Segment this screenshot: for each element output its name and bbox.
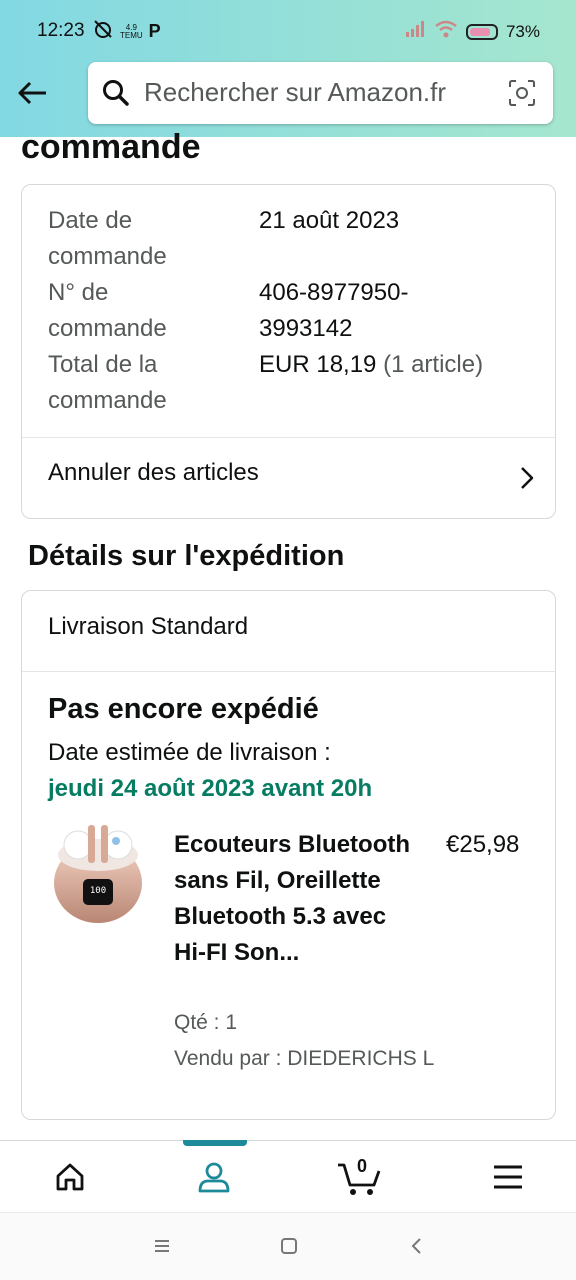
search-placeholder: Rechercher sur Amazon.fr [144,77,447,107]
bottom-nav [0,1140,576,1212]
notification-label-2: TEMU [120,30,143,40]
order-total-amount: EUR 18,19 [259,351,377,378]
product-price: €25,98 [446,831,520,858]
search-icon [102,79,130,107]
back-arrow-icon[interactable] [16,76,50,110]
active-tab-indicator [183,1140,247,1146]
status-bar: 12:23 4.9 TEMU P 73% [0,0,576,62]
order-number-value: 406-8977950- 3993142 [259,279,409,342]
home-system-icon[interactable] [278,1235,300,1257]
cancel-items-button[interactable]: Annuler des articles [22,437,555,519]
status-left-icons: 4.9 TEMU P [92,19,161,44]
product-seller: Vendu par : DIEDERICHS L [174,1047,435,1070]
back-system-icon[interactable] [406,1235,428,1257]
page-title: commande [21,128,201,166]
order-total-label: Total de la commande [48,351,167,414]
shipment-status: Pas encore expédié [48,693,319,725]
home-icon[interactable] [50,1157,90,1197]
order-total-items: (1 article) [383,351,484,378]
p-icon: P [148,21,161,41]
shipment-card: Livraison Standard Pas encore expédié Da… [21,590,556,1120]
product-image[interactable]: 100 [50,823,146,931]
order-total-value: EUR 18,19 (1 article) [259,347,483,383]
app-notification-icon: 4.9 TEMU [120,23,143,40]
signal-icon [405,21,426,42]
status-right-icons: 73% [405,20,540,43]
status-time: 12:23 [37,20,85,41]
search-input[interactable]: Rechercher sur Amazon.fr [88,62,553,124]
app-header: 12:23 4.9 TEMU P 73% Rechercher sur Amaz… [0,0,576,137]
system-nav-bar [0,1212,576,1280]
order-date-label: Date de commande [48,207,167,270]
delivery-type: Livraison Standard [48,613,249,640]
product-quantity: Qté : 1 [174,1011,238,1034]
battery-icon [465,23,498,40]
estimate-label: Date estimée de livraison : [48,739,331,766]
order-date-value: 21 août 2023 [259,207,400,234]
wifi-icon [434,20,458,43]
menu-icon[interactable] [488,1157,528,1197]
alarm-off-icon [92,19,114,44]
battery-percent: 73% [505,21,540,41]
account-icon[interactable] [194,1157,234,1197]
camera-search-icon[interactable] [507,78,537,108]
estimate-date: jeudi 24 août 2023 avant 20h [48,775,373,802]
product-title[interactable]: Ecouteurs Bluetooth sans Fil, Oreillette… [174,827,424,971]
case-display-digits: 100 [90,886,106,896]
cancel-items-label: Annuler des articles [48,459,259,486]
chevron-right-icon [519,465,535,491]
recent-apps-icon[interactable] [151,1235,173,1257]
order-number-label: N° de commande [48,279,167,342]
divider [22,671,555,672]
shipping-section-title: Détails sur l'expédition [28,540,345,572]
cart-count-badge: 0 [357,1156,368,1176]
order-summary-card: Date de commande 21 août 2023 N° de comm… [21,184,556,519]
